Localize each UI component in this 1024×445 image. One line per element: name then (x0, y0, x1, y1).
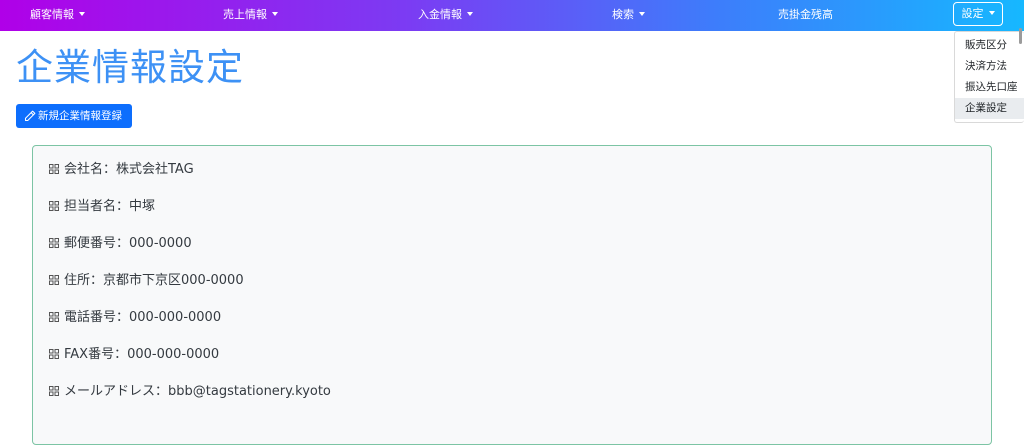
info-row-fax: FAX番号：000-000-0000 (49, 345, 219, 365)
top-navbar: 顧客情報 売上情報 入金情報 検索 売掛金残高 設定 (0, 0, 1024, 31)
grid-icon (49, 274, 59, 285)
nav-payment-info[interactable]: 入金情報 (418, 0, 473, 31)
info-text: FAX番号：000-000-0000 (64, 347, 220, 362)
nav-search[interactable]: 検索 (612, 0, 645, 31)
info-row-phone: 電話番号：000-000-0000 (49, 308, 221, 328)
info-row-email: メールアドレス：bbb@tagstationery.kyoto (49, 382, 331, 402)
info-row-postal-code: 郵便番号：000-0000 (49, 234, 192, 254)
grid-icon (49, 348, 59, 359)
info-row-contact-person: 担当者名：中塚 (49, 197, 155, 217)
nav-accounts-receivable[interactable]: 売掛金残高 (778, 0, 833, 31)
nav-sales-info[interactable]: 売上情報 (223, 0, 278, 31)
nav-sales-info-label: 売上情報 (223, 8, 267, 21)
new-company-info-label: 新規企業情報登録 (38, 110, 122, 122)
nav-search-label: 検索 (612, 8, 634, 21)
info-text: 住所：京都市下京区000-0000 (64, 273, 244, 288)
grid-icon (49, 311, 59, 322)
info-text: 電話番号：000-000-0000 (64, 310, 222, 325)
grid-icon (49, 163, 59, 174)
caret-down-icon (467, 12, 473, 16)
settings-dropdown-button[interactable]: 設定 (953, 2, 1003, 26)
company-info-card: 会社名：株式会社TAG 担当者名：中塚 郵便番号：000-0000 住所：京都市… (32, 145, 992, 445)
nav-customer-info[interactable]: 顧客情報 (30, 0, 85, 31)
info-text: 郵便番号：000-0000 (64, 236, 192, 251)
menu-item-bank-account[interactable]: 振込先口座 (955, 77, 1024, 98)
caret-down-icon (272, 12, 278, 16)
nav-customer-info-label: 顧客情報 (30, 8, 74, 21)
info-row-address: 住所：京都市下京区000-0000 (49, 271, 244, 291)
page-title: 企業情報設定 (16, 46, 244, 89)
menu-item-payment-method[interactable]: 決済方法 (955, 56, 1024, 77)
menu-item-company-settings[interactable]: 企業設定 (955, 98, 1024, 119)
info-text: 担当者名：中塚 (64, 199, 156, 214)
info-text: 会社名：株式会社TAG (64, 162, 194, 177)
grid-icon (49, 385, 59, 396)
info-text: メールアドレス：bbb@tagstationery.kyoto (64, 384, 331, 399)
nav-payment-info-label: 入金情報 (418, 8, 462, 21)
settings-dropdown-menu: 販売区分 決済方法 振込先口座 企業設定 (954, 31, 1024, 123)
settings-label: 設定 (961, 7, 984, 20)
caret-down-icon (79, 12, 85, 16)
menu-item-sales-category[interactable]: 販売区分 (955, 35, 1024, 56)
grid-icon (49, 200, 59, 211)
nav-accounts-receivable-label: 売掛金残高 (778, 8, 833, 21)
pencil-icon (24, 110, 36, 122)
new-company-info-button[interactable]: 新規企業情報登録 (16, 104, 132, 128)
info-row-company-name: 会社名：株式会社TAG (49, 160, 194, 180)
caret-down-icon (639, 12, 645, 16)
scrollbar-thumb[interactable] (1019, 28, 1022, 44)
grid-icon (49, 237, 59, 248)
caret-down-icon (988, 11, 995, 15)
